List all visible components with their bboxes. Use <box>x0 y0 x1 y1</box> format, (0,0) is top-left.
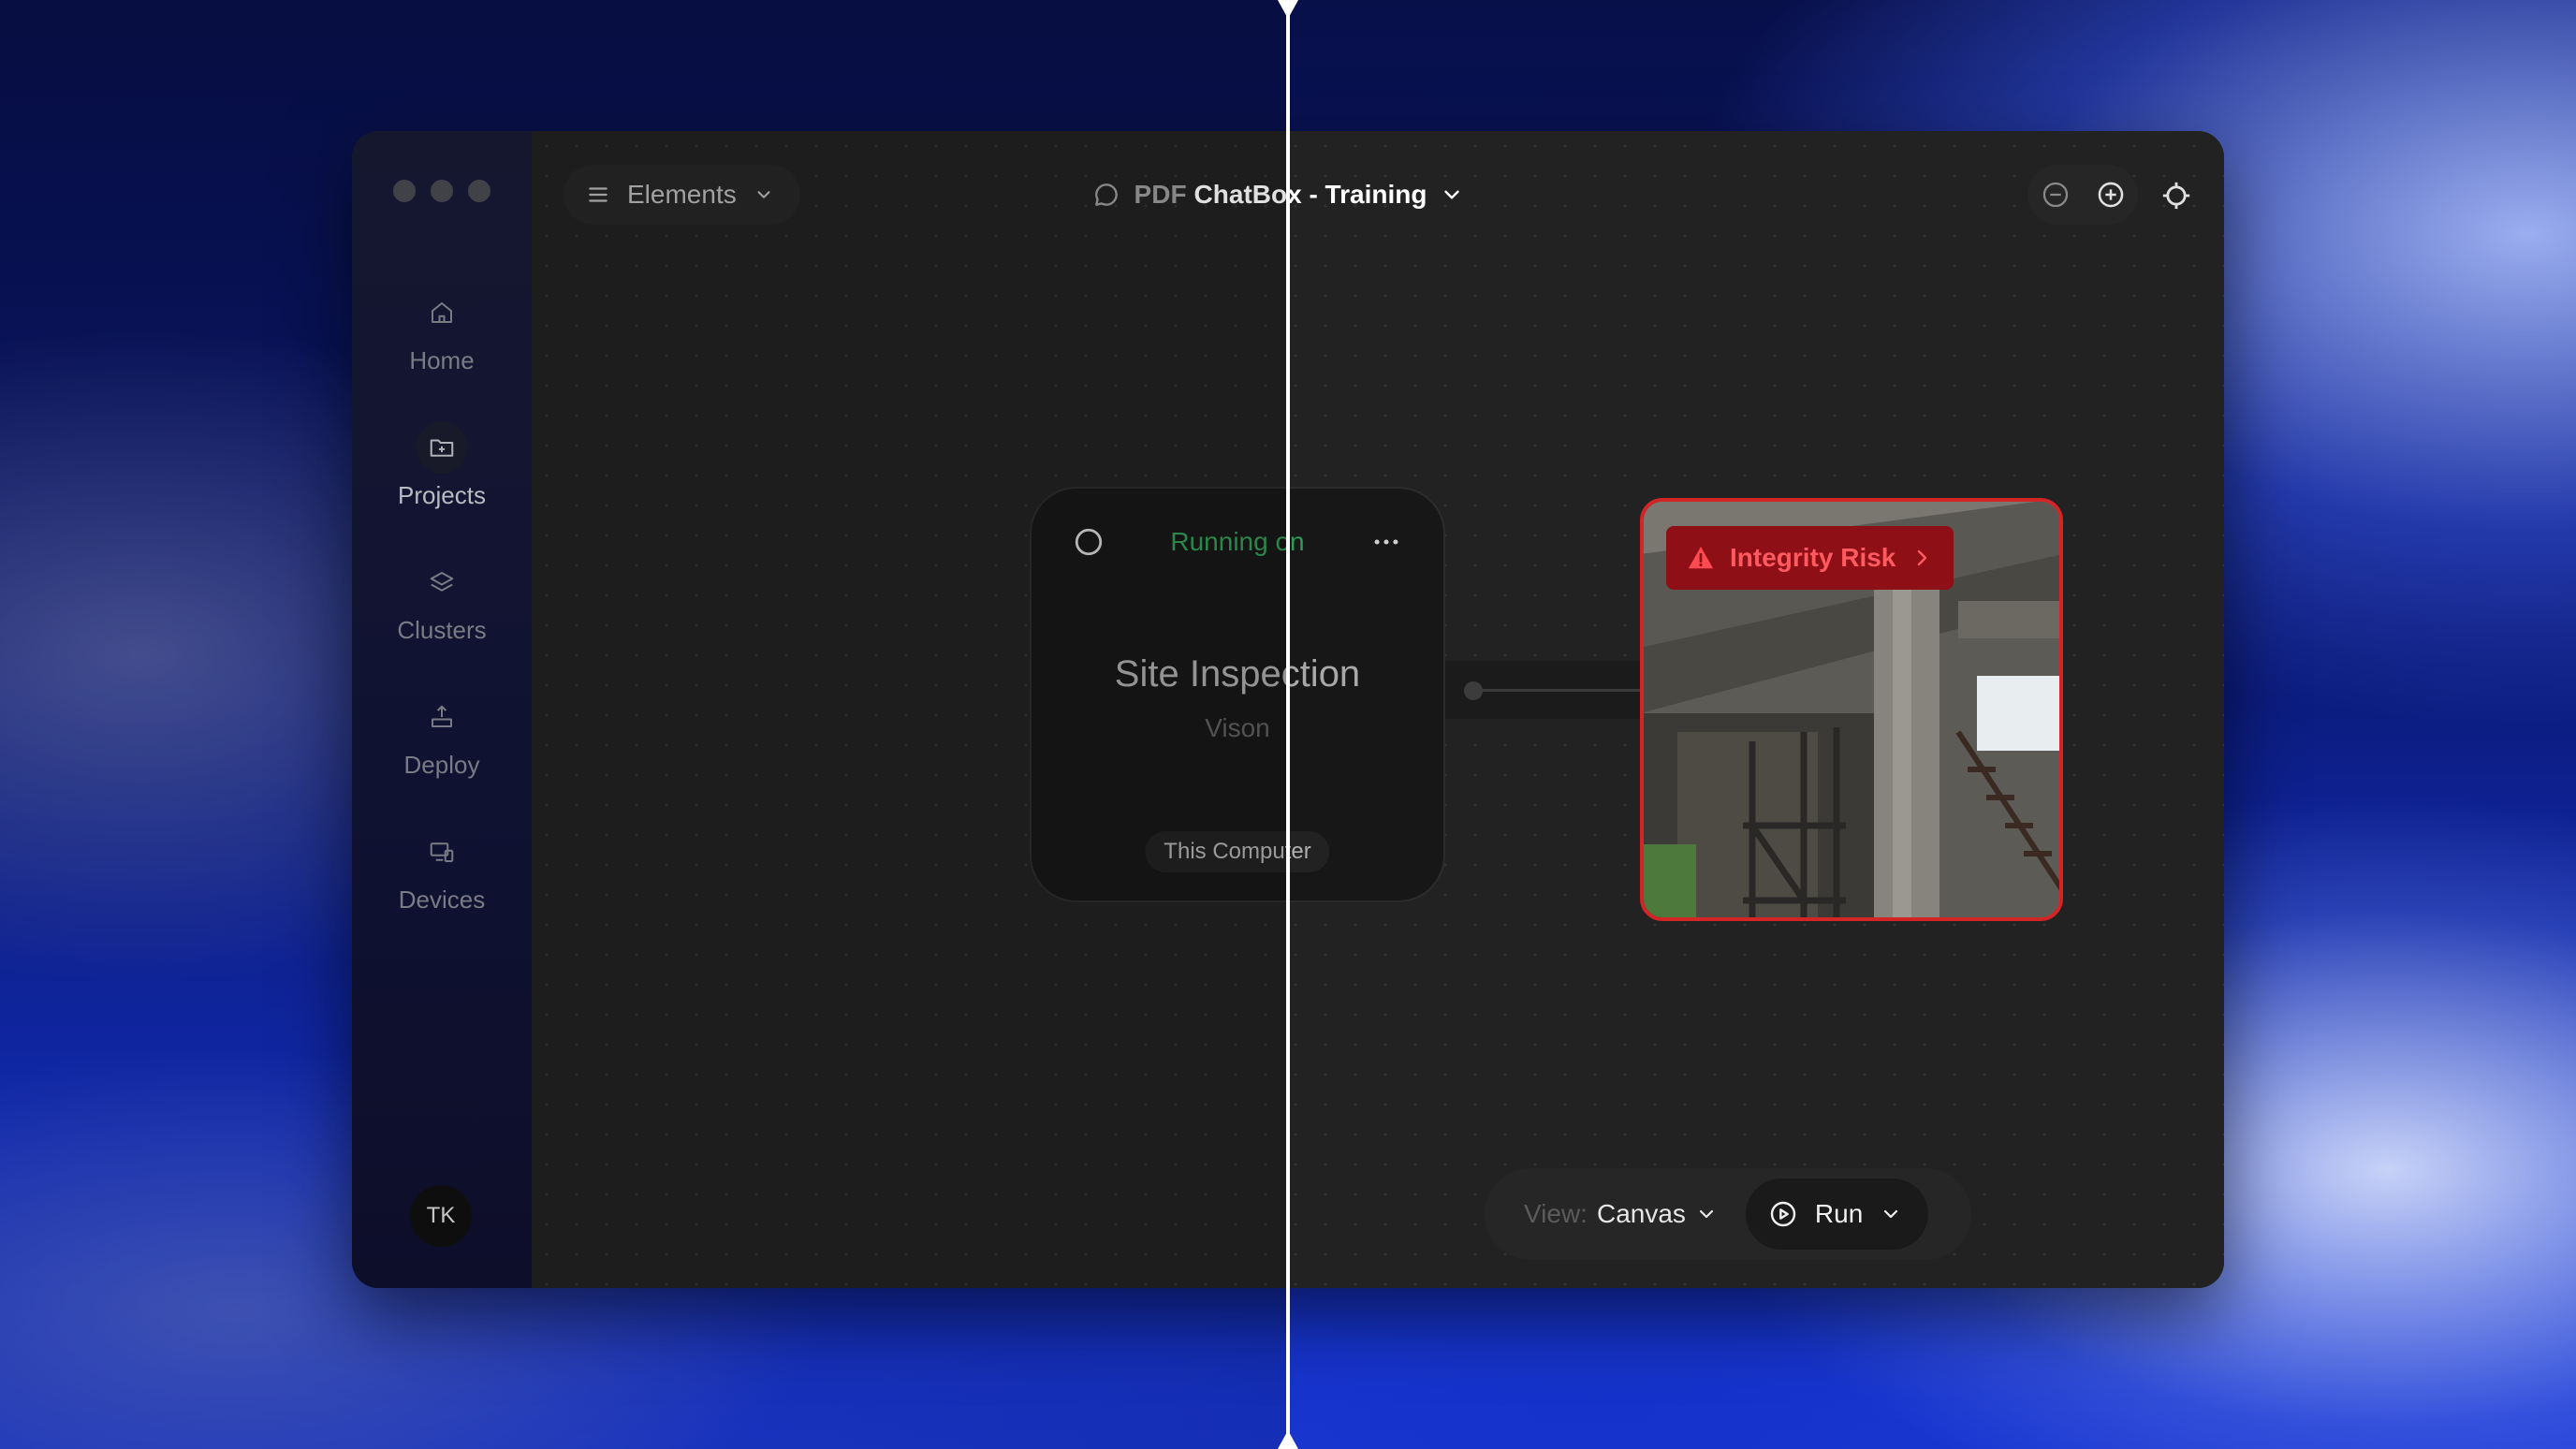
sidebar-item-label: Home <box>409 346 475 374</box>
sidebar-item-label: Clusters <box>397 616 487 644</box>
comparison-divider[interactable] <box>1286 0 1290 1449</box>
sidebar-item-label: Projects <box>398 481 486 509</box>
running-status: Running on <box>1170 527 1305 556</box>
sidebar-item-home[interactable]: Home <box>352 286 532 375</box>
sidebar-item-label: Devices <box>398 886 486 914</box>
layers-icon <box>416 556 468 608</box>
sidebar: Home Projects Clusters Deploy Devices TK <box>352 131 532 1288</box>
model-node-card[interactable]: Running on Site Inspection Vison This Co… <box>1030 487 1445 902</box>
warning-triangle-icon <box>1688 547 1714 569</box>
view-selector[interactable]: View: Canvas <box>1524 1199 1718 1229</box>
divider-handle-top[interactable] <box>1278 0 1298 19</box>
folder-plus-icon <box>416 421 468 474</box>
integrity-risk-badge[interactable]: Integrity Risk <box>1666 526 1954 590</box>
more-options-icon[interactable] <box>1370 526 1402 558</box>
zoom-out-icon[interactable] <box>2040 179 2071 211</box>
sidebar-item-clusters[interactable]: Clusters <box>352 556 532 645</box>
sidebar-item-projects[interactable]: Projects <box>352 421 532 510</box>
zoom-in-icon[interactable] <box>2095 179 2127 211</box>
project-title: ChatBox - Training <box>1193 180 1427 209</box>
crosshair-icon <box>2162 182 2190 210</box>
chevron-right-icon <box>1918 549 1927 566</box>
recenter-button[interactable] <box>2160 180 2192 216</box>
home-icon <box>416 286 468 339</box>
chevron-down-icon <box>1699 1209 1714 1219</box>
device-chip[interactable]: This Computer <box>1145 831 1330 872</box>
devices-icon <box>416 826 468 878</box>
chat-bubble-icon <box>1094 183 1118 206</box>
run-button[interactable]: Run <box>1745 1178 1929 1250</box>
node-subtitle: Vison <box>1205 713 1270 742</box>
status-circle-icon[interactable] <box>1073 526 1105 558</box>
view-label: View: <box>1524 1199 1588 1228</box>
run-label: Run <box>1814 1199 1864 1228</box>
project-title-prefix: PDF <box>1134 180 1187 209</box>
sidebar-item-label: Deploy <box>403 751 480 779</box>
sidebar-item-devices[interactable]: Devices <box>352 826 532 915</box>
node-title: Site Inspection <box>1114 653 1361 695</box>
bottom-toolbar: View: Canvas Run <box>1485 1168 1971 1260</box>
avatar[interactable]: TK <box>410 1185 472 1247</box>
zoom-controls <box>2027 165 2138 225</box>
play-circle-icon <box>1770 1201 1796 1227</box>
risk-label: Integrity Risk <box>1730 543 1896 572</box>
workflow-canvas[interactable]: Elements PDF ChatBox - Training Running … <box>532 131 2224 1288</box>
view-value: Canvas <box>1596 1199 1686 1228</box>
chevron-down-icon <box>1884 1209 1898 1219</box>
sidebar-item-deploy[interactable]: Deploy <box>352 691 532 780</box>
chevron-down-icon <box>1444 190 1460 199</box>
divider-handle-bottom[interactable] <box>1278 1430 1298 1449</box>
upload-icon <box>416 691 468 743</box>
connector-handle-start[interactable] <box>1464 681 1483 700</box>
inspection-image-node[interactable]: Integrity Risk <box>1640 498 2063 921</box>
